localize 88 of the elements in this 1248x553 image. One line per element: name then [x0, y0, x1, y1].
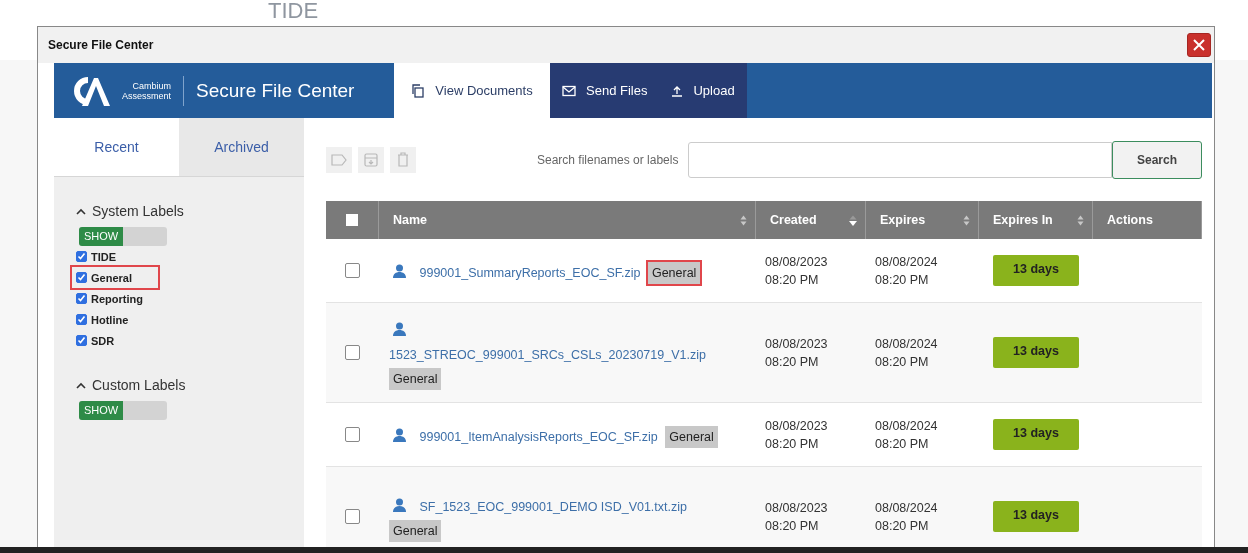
expiry-time: 08:20 PM: [875, 517, 929, 535]
created-time: 08:20 PM: [765, 435, 819, 453]
section-header[interactable]: System Labels: [76, 203, 184, 219]
sort-icon: [963, 214, 970, 226]
expiry-date: 08/08/2024: [875, 253, 938, 271]
column-header[interactable]: Expires: [866, 201, 979, 239]
expires-in-badge: 13 days: [993, 419, 1079, 450]
brand-name: Cambium: [132, 80, 172, 91]
select-all-checkbox[interactable]: [346, 214, 358, 226]
label-checkbox-item[interactable]: SDR: [72, 330, 119, 351]
checkbox[interactable]: [76, 272, 87, 283]
created-date: 08/08/2023: [765, 417, 828, 435]
app-title: Secure File Center: [196, 79, 355, 102]
column-header[interactable]: Created: [756, 201, 866, 239]
section-header[interactable]: Custom Labels: [76, 377, 186, 393]
toggle-switch[interactable]: SHOW: [79, 227, 167, 246]
expires-in-badge: 13 days: [993, 255, 1079, 286]
row-checkbox[interactable]: [345, 263, 360, 278]
created-date: 08/08/2023: [765, 499, 828, 517]
sort-descending-icon: [849, 214, 857, 226]
column-title: Created: [770, 213, 817, 227]
row-checkbox[interactable]: [345, 509, 360, 524]
copy-icon: [411, 83, 426, 98]
toggle-switch[interactable]: SHOW: [79, 401, 167, 420]
app-title: TIDE: [268, 0, 319, 22]
expiry-time: 08:20 PM: [875, 435, 929, 453]
row-checkbox[interactable]: [345, 427, 360, 442]
created-time: 08:20 PM: [765, 271, 819, 289]
search-field[interactable]: [688, 141, 1112, 178]
nav-tab[interactable]: View Documents: [394, 63, 550, 118]
sort-icon: [740, 214, 747, 226]
expiry-date: 08/08/2024: [875, 335, 938, 353]
column-title: Name: [393, 213, 428, 227]
nav-tab[interactable]: Send Files: [550, 63, 660, 118]
file-link[interactable]: SF_1523_EOC_999001_DEMO ISD_V01.txt.zip: [419, 499, 687, 514]
column-title: Actions: [1107, 213, 1153, 227]
brand-name: Assessment: [122, 90, 172, 101]
file-link[interactable]: 999001_ItemAnalysisReports_EOC_SF.zip: [419, 429, 658, 444]
label-tag: General: [647, 261, 701, 284]
close-button[interactable]: [1187, 33, 1211, 57]
column-header[interactable]: Name: [379, 201, 756, 239]
column-header[interactable]: Expires In: [979, 201, 1093, 239]
nav-tab[interactable]: Upload: [659, 63, 747, 118]
checkbox[interactable]: [76, 251, 87, 262]
chevron-up-icon: [76, 207, 86, 215]
label-tag: General: [389, 367, 442, 390]
close-icon: [1192, 38, 1206, 52]
file-link[interactable]: 1523_STREOC_999001_SRCs_CSLs_20230719_V1.zip: [389, 347, 706, 362]
user-icon: [393, 427, 406, 442]
label-checkbox-item[interactable]: TIDE: [72, 246, 121, 267]
expiry-date: 08/08/2024: [875, 417, 938, 435]
chevron-up-icon: [76, 381, 86, 389]
label-checkbox-item[interactable]: Reporting: [72, 288, 147, 309]
search-button[interactable]: Search: [1112, 140, 1202, 179]
search-label: Search filenames or labels: [537, 152, 679, 167]
trash-icon: [397, 152, 409, 167]
column-title: Expires In: [993, 213, 1053, 227]
user-icon: [393, 321, 406, 336]
created-time: 08:20 PM: [765, 353, 819, 371]
mail-icon: [562, 84, 576, 97]
created-time: 08:20 PM: [765, 517, 819, 535]
label-tag: General: [665, 425, 718, 448]
expires-in-badge: 13 days: [993, 501, 1079, 532]
expires-in-badge: 13 days: [993, 337, 1079, 368]
checkbox[interactable]: [76, 335, 87, 346]
label-checkbox-item[interactable]: Hotline: [72, 309, 133, 330]
column-title: Expires: [880, 213, 926, 227]
checkbox[interactable]: [76, 314, 87, 325]
checkbox[interactable]: [76, 293, 87, 304]
column-header[interactable]: Actions: [1093, 201, 1202, 239]
expiry-time: 08:20 PM: [875, 271, 929, 289]
expiry-date: 08/08/2024: [875, 499, 938, 517]
created-date: 08/08/2023: [765, 335, 828, 353]
file-link[interactable]: 999001_SummaryReports_EOC_SF.zip: [419, 265, 641, 280]
user-icon: [393, 497, 406, 512]
created-date: 08/08/2023: [765, 253, 828, 271]
sidebar-tab[interactable]: Archived: [179, 118, 304, 177]
window-title: Secure File Center: [48, 38, 154, 52]
user-icon: [393, 263, 406, 278]
upload-icon: [671, 84, 684, 97]
tag-icon: [331, 153, 347, 166]
row-checkbox[interactable]: [345, 345, 360, 360]
sort-icon: [1077, 214, 1084, 226]
label-checkbox-item[interactable]: General: [72, 267, 158, 288]
expiry-time: 08:20 PM: [875, 353, 929, 371]
archive-icon: [364, 152, 378, 167]
label-tag: General: [389, 519, 442, 542]
sidebar-tab[interactable]: Recent: [54, 118, 179, 177]
